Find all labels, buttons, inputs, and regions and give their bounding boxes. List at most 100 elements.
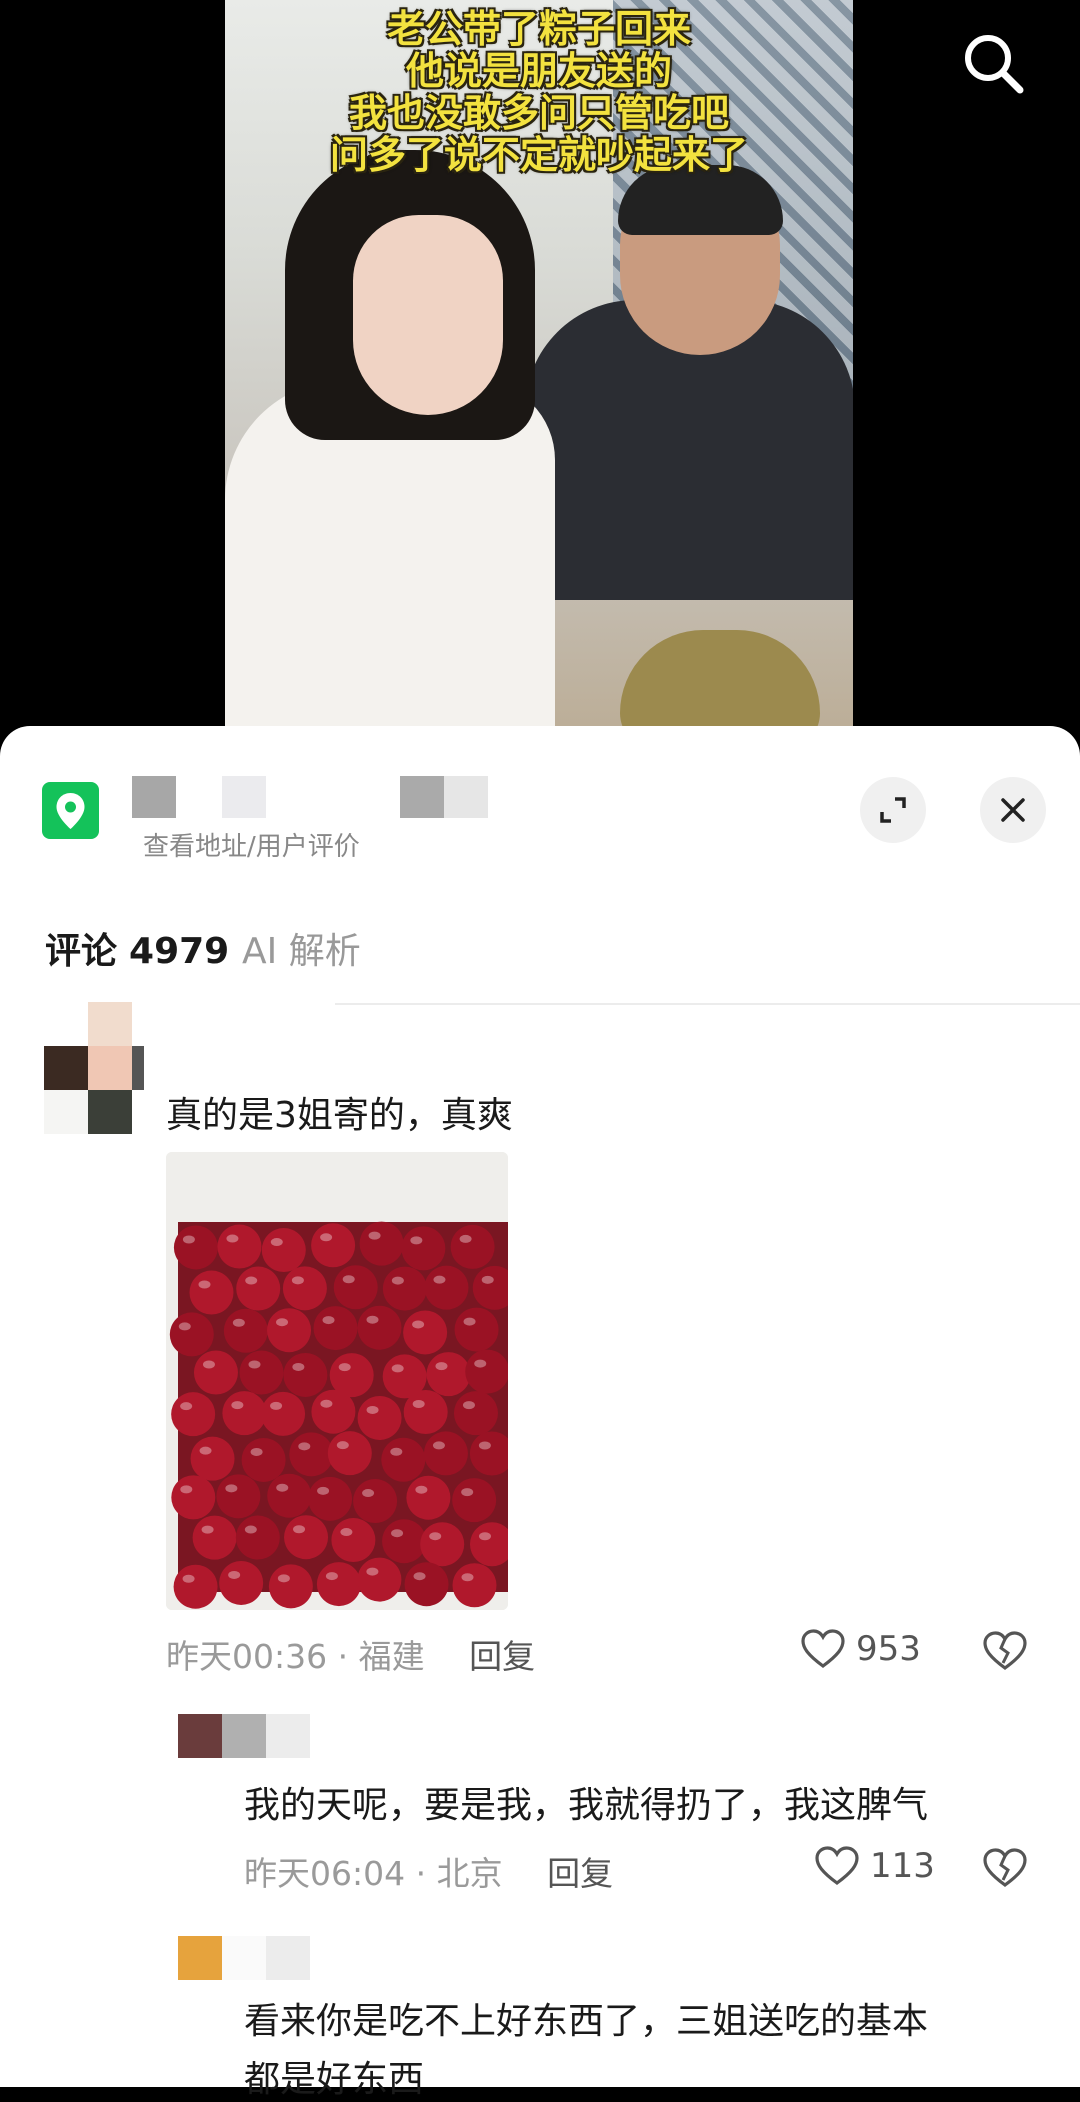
- cherry: [401, 1226, 446, 1271]
- cherry: [353, 1479, 398, 1524]
- like-button[interactable]: 113: [814, 1845, 935, 1887]
- cherry-highlight: [270, 1238, 283, 1247]
- cherry-highlight: [391, 1529, 404, 1538]
- cherry-highlight: [198, 1280, 211, 1289]
- cherry: [333, 1265, 378, 1310]
- cherry-highlight: [415, 1485, 428, 1494]
- cherry: [284, 1515, 329, 1560]
- cherry-highlight: [232, 1318, 245, 1327]
- comment-meta: 昨天00:36 · 福建 回复: [166, 1637, 536, 1676]
- search-button[interactable]: [958, 28, 1028, 98]
- cherry-highlight: [231, 1401, 244, 1410]
- tab-ai-analysis[interactable]: AI 解析: [242, 922, 361, 974]
- cherry-highlight: [481, 1275, 494, 1284]
- cherry-highlight: [463, 1317, 476, 1326]
- cherry-highlight: [182, 1574, 195, 1583]
- reply-time: 昨天06:04: [244, 1854, 406, 1893]
- cherry-highlight: [366, 1567, 379, 1576]
- cherry-highlight: [245, 1276, 258, 1285]
- cherry: [241, 1437, 286, 1482]
- cherry: [267, 1473, 312, 1518]
- dislike-button[interactable]: [982, 1847, 1028, 1893]
- like-count: 113: [870, 1846, 935, 1886]
- cherry-highlight: [366, 1315, 379, 1324]
- cherry: [450, 1224, 495, 1269]
- like-button[interactable]: 953: [800, 1628, 921, 1670]
- reply-avatar[interactable]: [178, 1714, 310, 1758]
- cherry-highlight: [342, 1275, 355, 1284]
- cherry-highlight: [461, 1488, 474, 1497]
- cherry: [283, 1352, 328, 1397]
- cherry-highlight: [320, 1399, 333, 1408]
- location-subtitle[interactable]: 查看地址/用户评价: [143, 826, 360, 863]
- cherry: [216, 1474, 261, 1519]
- map-pin-icon[interactable]: [42, 782, 99, 839]
- cherry-highlight: [182, 1235, 195, 1244]
- cherry: [406, 1475, 451, 1520]
- cherry-highlight: [413, 1572, 426, 1581]
- cherry: [189, 1270, 234, 1315]
- cherry: [359, 1221, 404, 1266]
- cherry: [223, 1308, 268, 1353]
- cherry-highlight: [201, 1525, 214, 1534]
- cherry-highlight: [180, 1485, 193, 1494]
- cherry: [357, 1305, 402, 1350]
- cherry-highlight: [248, 1360, 261, 1369]
- cherry-highlight: [199, 1446, 212, 1455]
- cherry: [424, 1265, 469, 1310]
- cherry-highlight: [462, 1401, 475, 1410]
- cherry-highlight: [325, 1572, 338, 1581]
- cherry-highlight: [478, 1441, 491, 1450]
- close-button[interactable]: [980, 777, 1046, 843]
- tab-comments-label: 评论: [45, 931, 118, 972]
- cherry: [316, 1562, 361, 1607]
- tab-comments[interactable]: 评论 4979: [45, 922, 229, 974]
- cherry-highlight: [362, 1489, 375, 1498]
- cherry-highlight: [228, 1570, 241, 1579]
- reply-meta: 昨天06:04 · 北京 回复: [244, 1854, 614, 1893]
- heart-icon: [815, 1846, 859, 1885]
- cherry-highlight: [366, 1405, 379, 1414]
- reply-avatar[interactable]: [178, 1936, 310, 1980]
- reply-text-continued: 都是好东西: [244, 2059, 425, 2100]
- comment-image-cherries[interactable]: [166, 1152, 508, 1610]
- cherry: [192, 1515, 237, 1560]
- cherry: [169, 1312, 214, 1357]
- cherry: [261, 1228, 306, 1273]
- cherry: [222, 1391, 267, 1436]
- caption-line: 问多了说不定就吵起来了: [329, 133, 748, 177]
- cherry-highlight: [291, 1276, 304, 1285]
- cherry: [193, 1350, 238, 1395]
- cherry: [331, 1518, 376, 1563]
- reply-button[interactable]: 回复: [547, 1854, 613, 1893]
- cherry: [454, 1307, 499, 1352]
- cherry-highlight: [270, 1401, 283, 1410]
- cherry: [357, 1557, 402, 1602]
- cherry-highlight: [317, 1486, 330, 1495]
- cherry: [426, 1352, 471, 1397]
- cherry: [311, 1223, 356, 1268]
- comment-sheet: 查看地址/用户评价 评论 4979 AI 解析 真的是3姐寄的，真爽 昨天00:3…: [0, 726, 1080, 2100]
- reply-button[interactable]: 回复: [469, 1637, 535, 1676]
- cherry-highlight: [178, 1322, 191, 1331]
- cherry-highlight: [459, 1234, 472, 1243]
- cherry-highlight: [225, 1484, 238, 1493]
- cherry: [403, 1390, 448, 1435]
- cherry-highlight: [277, 1574, 290, 1583]
- location-name-blurred[interactable]: [132, 776, 492, 818]
- cherry-highlight: [340, 1528, 353, 1537]
- expand-button[interactable]: [860, 777, 926, 843]
- cherry: [190, 1436, 235, 1481]
- cherry: [239, 1350, 284, 1395]
- dislike-button[interactable]: [982, 1630, 1028, 1676]
- avatar[interactable]: [44, 1002, 144, 1136]
- cherry: [173, 1564, 218, 1609]
- reply-text: 看来你是吃不上好东西了，三姐送吃的基本: [244, 2001, 929, 2042]
- cherry: [403, 1310, 448, 1355]
- cherry: [452, 1563, 497, 1608]
- cherry: [452, 1478, 497, 1523]
- cherry: [313, 1306, 358, 1351]
- cherry-highlight: [202, 1360, 215, 1369]
- cherry: [420, 1522, 465, 1567]
- expand-icon: [880, 797, 906, 823]
